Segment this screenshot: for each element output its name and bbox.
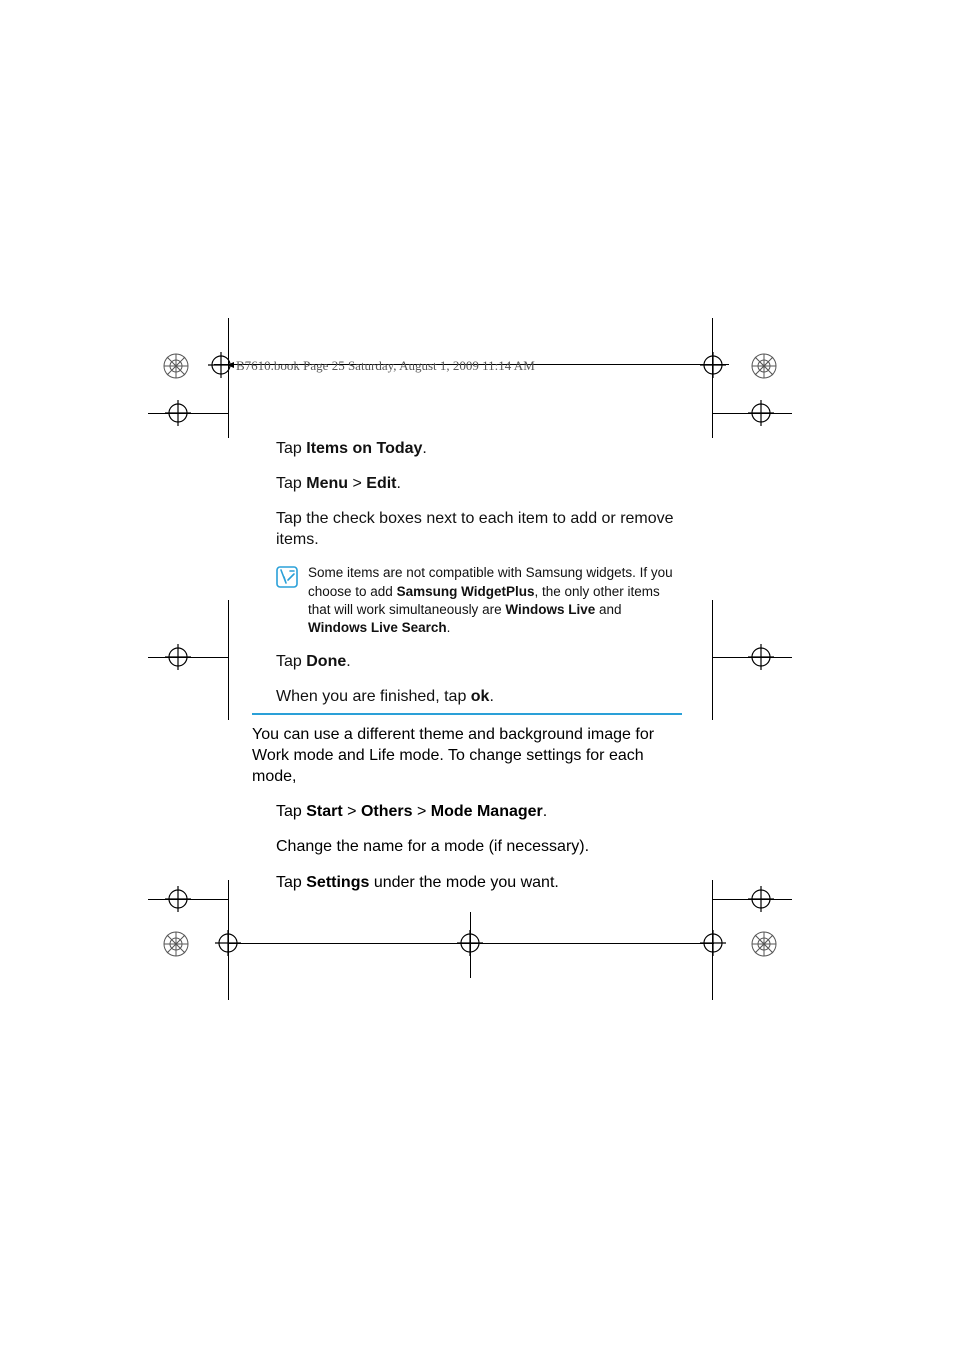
crop-guide [228,600,229,720]
footer-rule [228,943,714,944]
registration-radial-icon [162,930,190,958]
text: > [343,803,361,820]
label-settings: Settings [306,874,369,891]
label-start: Start [306,803,342,820]
step-menu-edit: Tap Menu > Edit. [276,473,680,494]
label-mode-manager: Mode Manager [431,803,543,820]
registration-arrow-icon [208,352,234,378]
label-menu: Menu [306,475,348,492]
label-windows-live-search: Windows Live Search [308,620,447,635]
text: > [413,803,431,820]
crop-guide [148,899,228,900]
instruction-block-1: Tap Items on Today. Tap Menu > Edit. Tap… [276,438,680,722]
instruction-block-2: You can use a different theme and backgr… [252,724,680,907]
text: . [422,440,426,457]
text: > [348,475,366,492]
step-check-boxes: Tap the check boxes next to each item to… [276,508,680,550]
label-edit: Edit [366,475,396,492]
registration-crosshair-icon [700,352,726,378]
text: . [346,653,350,670]
label-samsung-widgetplus: Samsung WidgetPlus [397,584,535,599]
crop-guide [712,657,792,658]
label-ok: ok [471,688,490,705]
page-header-meta: B7610.book Page 25 Saturday, August 1, 2… [236,358,535,374]
text: When you are finished, tap [276,688,471,705]
step-change-name: Change the name for a mode (if necessary… [276,836,680,857]
text: Tap [276,653,306,670]
text: . [447,620,451,635]
text: . [396,475,400,492]
crop-guide [148,413,228,414]
note-icon [276,564,298,637]
registration-radial-icon [162,352,190,380]
crop-guide [228,318,229,438]
text: and [595,602,621,617]
step-ok: When you are finished, tap ok. [276,686,680,707]
crop-guide [470,912,471,978]
crop-guide [712,413,792,414]
step-mode-manager: Tap Start > Others > Mode Manager. [276,801,680,822]
step-settings: Tap Settings under the mode you want. [276,872,680,893]
text: Tap [276,803,306,820]
label-items-on-today: Items on Today [306,440,422,457]
note-row: Some items are not compatible with Samsu… [276,564,680,637]
crop-guide [712,600,713,720]
crop-guide [148,657,228,658]
registration-radial-icon [750,352,778,380]
crop-guide [712,318,713,438]
section-separator [252,713,682,715]
step-items-on-today: Tap Items on Today. [276,438,680,459]
crop-guide [712,899,792,900]
label-others: Others [361,803,413,820]
label-done: Done [306,653,346,670]
text: Tap [276,440,306,457]
registration-radial-icon [750,930,778,958]
text: . [489,688,493,705]
note-text: Some items are not compatible with Samsu… [308,564,680,637]
step-done: Tap Done. [276,651,680,672]
text: under the mode you want. [369,874,558,891]
label-windows-live: Windows Live [505,602,595,617]
intro-text: You can use a different theme and backgr… [252,724,680,787]
text: . [543,803,547,820]
text: Tap [276,874,306,891]
text: Tap [276,475,306,492]
